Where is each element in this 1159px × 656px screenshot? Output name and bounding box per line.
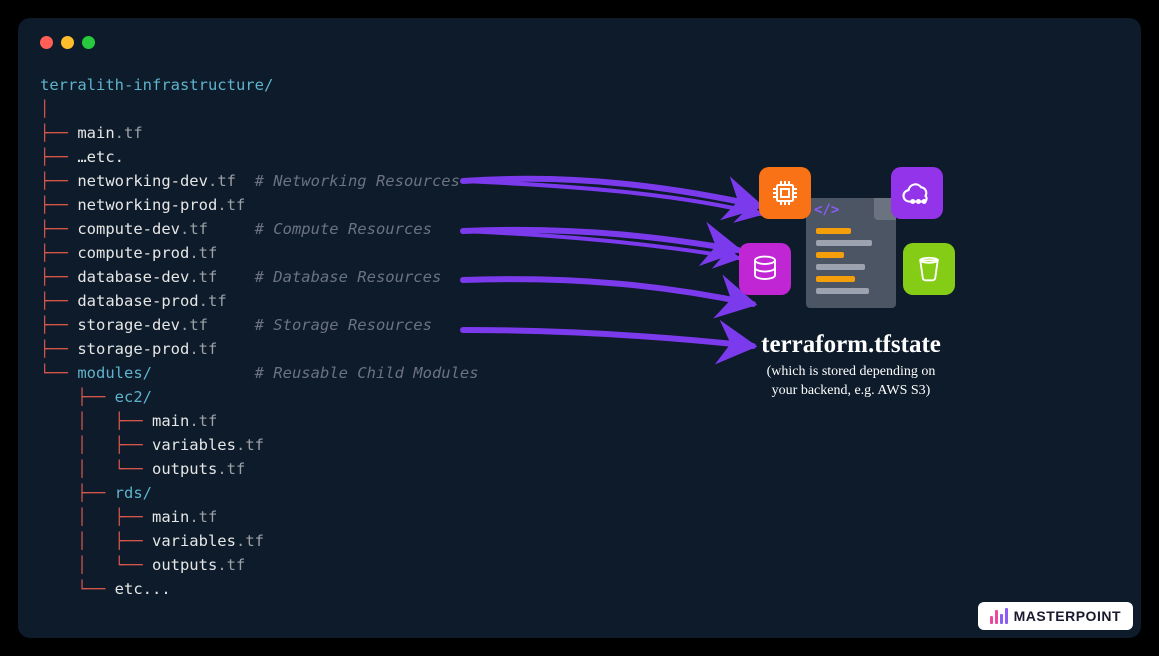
bucket-icon xyxy=(903,243,955,295)
maximize-dot xyxy=(82,36,95,49)
chip-icon xyxy=(759,167,811,219)
minimize-dot xyxy=(61,36,74,49)
logo-bars-icon xyxy=(990,608,1008,624)
logo-text: MASTERPOINT xyxy=(1014,608,1121,624)
cloud-icon xyxy=(891,167,943,219)
state-filename: terraform.tfstate xyxy=(641,331,1061,359)
state-subtitle: (which is stored depending onyour backen… xyxy=(641,363,1061,401)
close-dot xyxy=(40,36,53,49)
document-icon: </> xyxy=(806,198,896,308)
masterpoint-logo: MASTERPOINT xyxy=(978,602,1133,630)
state-diagram: </> xyxy=(641,173,1061,433)
database-icon xyxy=(739,243,791,295)
terminal-window: terralith-infrastructure/ │ ├── main.tf … xyxy=(18,18,1141,638)
window-controls xyxy=(40,36,1119,49)
resource-icons: </> xyxy=(741,173,961,323)
